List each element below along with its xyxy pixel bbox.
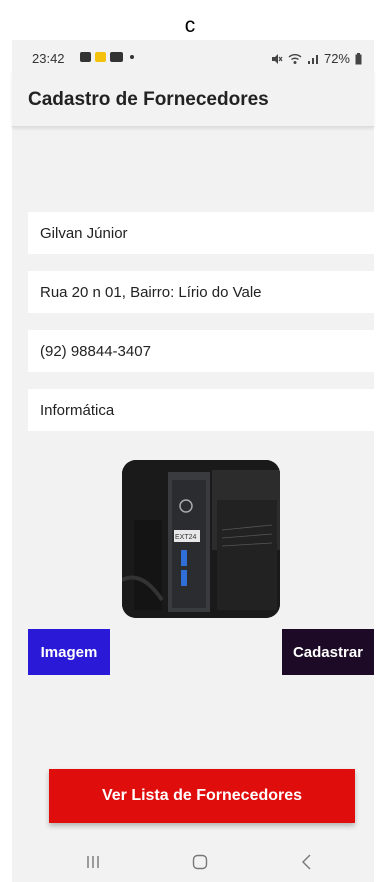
home-icon[interactable] bbox=[192, 854, 208, 870]
status-right-icons: 72% bbox=[271, 51, 362, 66]
image-caption-letter: c bbox=[184, 14, 196, 37]
status-bar: 23:42 72% bbox=[12, 40, 374, 70]
supplier-category-input[interactable] bbox=[28, 389, 374, 431]
view-suppliers-list-button[interactable]: Ver Lista de Fornecedores bbox=[49, 769, 355, 823]
youtube-icon bbox=[110, 52, 123, 62]
app-bar: Cadastro de Fornecedores bbox=[12, 70, 374, 127]
supplier-name-input[interactable] bbox=[28, 212, 374, 254]
status-time: 23:42 bbox=[32, 51, 65, 66]
status-left-icons bbox=[80, 52, 134, 62]
gallery-icon bbox=[80, 52, 91, 62]
page-title: Cadastro de Fornecedores bbox=[28, 89, 269, 110]
battery-percentage: 72% bbox=[323, 51, 350, 66]
device-label-text: EXT24 bbox=[175, 534, 197, 541]
supplier-address-input[interactable] bbox=[28, 271, 374, 313]
supplier-phone-input[interactable] bbox=[28, 330, 374, 372]
battery-icon bbox=[355, 52, 362, 64]
select-image-button[interactable]: Imagem bbox=[28, 629, 110, 675]
signal-icon bbox=[307, 54, 318, 64]
computer-photo-image: EXT24 bbox=[122, 460, 280, 618]
notification-badge-icon bbox=[95, 52, 106, 62]
mute-icon bbox=[271, 53, 283, 64]
register-button[interactable]: Cadastrar bbox=[282, 629, 374, 675]
phone-screen: 23:42 72% Cadastro de Fornecedores Gilva… bbox=[12, 40, 374, 882]
supplier-photo: EXT24 bbox=[122, 460, 280, 618]
recent-apps-icon[interactable] bbox=[86, 855, 100, 869]
wifi-icon bbox=[288, 53, 302, 64]
android-navigation-bar bbox=[12, 840, 374, 882]
back-icon[interactable] bbox=[300, 854, 312, 870]
dot-icon bbox=[130, 55, 134, 59]
